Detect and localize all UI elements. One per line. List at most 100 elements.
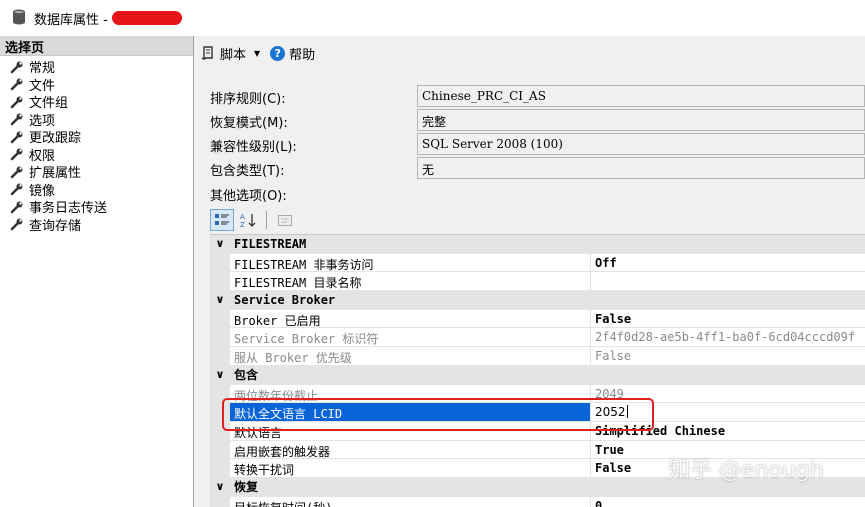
category-service-broker[interactable]: ∨ Service Broker [210,291,865,310]
property-row[interactable]: 默认语言 Simplified Chinese [210,421,865,441]
dialog-toolbar: 脚本 ▼ ? 帮助 [200,42,315,64]
compatibility-level-label: 兼容性级别(L): [210,140,297,155]
sidebar-item-change-tracking[interactable]: 更改跟踪 [0,128,193,146]
property-name: 目标恢复时间(秒) [230,496,591,507]
fulltext-lcid-input[interactable]: 2052 [591,403,865,422]
wrench-icon [10,183,23,196]
collation-field[interactable]: Chinese_PRC_CI_AS [417,85,865,107]
category-filestream[interactable]: ∨ FILESTREAM [210,235,865,254]
property-row[interactable]: Broker 已启用 False [210,309,865,329]
collapse-chevron-icon[interactable]: ∨ [210,478,230,497]
sidebar-item-extended-properties[interactable]: 扩展属性 [0,163,193,181]
sidebar-item-filegroups[interactable]: 文件组 [0,93,193,111]
sidebar-item-label: 文件 [29,78,56,94]
script-label: 脚本 [220,47,247,63]
categorized-icon [215,214,229,225]
property-value[interactable]: Off [591,254,865,273]
sidebar-item-label: 文件组 [29,96,69,112]
sidebar-item-label: 权限 [29,148,56,164]
property-row[interactable]: Service Broker 标识符 2f4f0d28-ae5b-4ff1-ba… [210,328,865,348]
property-row[interactable]: 目标恢复时间(秒) 0 [210,496,865,507]
property-name: FILESTREAM 非事务访问 [230,253,591,273]
page-selector-pane: 选择页 常规 文件 文件组 选项 更改跟踪 权限 扩展属性 镜像 事务日志传送 … [0,36,194,507]
wrench-icon [10,61,23,73]
property-pages-icon [278,215,292,226]
property-value: False [591,347,865,366]
property-value[interactable]: False [591,459,865,478]
property-name: 默认语言 [230,421,591,441]
category-label: 包含 [234,367,259,382]
sidebar-item-label: 选项 [29,113,56,129]
property-value: 2f4f0d28-ae5b-4ff1-ba0f-6cd04cccd09f [591,328,865,348]
wrench-icon [10,201,23,213]
wrench-icon [10,96,23,108]
script-dropdown-arrow-icon[interactable]: ▼ [254,49,260,58]
property-value[interactable] [591,272,865,292]
property-row-selected[interactable]: 默认全文语言 LCID 2052 [210,403,865,422]
category-label: Service Broker [234,293,336,308]
containment-type-label: 包含类型(T): [210,164,285,179]
property-pages-button[interactable] [273,209,297,231]
recovery-model-field[interactable]: 完整 [417,109,865,131]
sort-az-icon: AZ [240,213,256,228]
sidebar-item-log-shipping[interactable]: 事务日志传送 [0,198,193,216]
property-row[interactable]: 服从 Broker 优先级 False [210,347,865,366]
property-value[interactable]: False [591,310,865,329]
database-icon [13,9,25,25]
property-name: 启用嵌套的触发器 [230,440,591,460]
containment-type-field[interactable]: 无 [417,157,865,179]
alphabetical-view-button[interactable]: AZ [236,209,260,231]
sidebar-item-label: 镜像 [29,183,56,199]
script-button[interactable]: 脚本 [200,44,246,63]
wrench-icon [10,131,23,143]
collapse-chevron-icon[interactable]: ∨ [210,366,230,385]
property-value: 2052 [595,405,626,420]
sidebar-item-mirroring[interactable]: 镜像 [0,181,193,199]
sidebar-item-label: 查询存储 [29,218,82,234]
property-value: 2049 [591,385,865,404]
property-grid-toolbar: AZ [210,208,297,232]
property-name: 服从 Broker 优先级 [230,347,591,366]
sidebar-item-options[interactable]: 选项 [0,111,193,129]
property-name: FILESTREAM 目录名称 [230,272,591,292]
property-row[interactable]: FILESTREAM 非事务访问 Off [210,253,865,273]
sidebar-item-permissions[interactable]: 权限 [0,146,193,164]
collapse-chevron-icon[interactable]: ∨ [210,235,230,254]
title-bar: 数据库属性 - [0,0,865,36]
sidebar-item-label: 扩展属性 [29,166,82,182]
sidebar-item-general[interactable]: 常规 [0,58,193,76]
property-value[interactable]: True [591,441,865,460]
property-name: 默认全文语言 LCID [230,403,591,422]
text-caret [626,405,628,419]
property-value[interactable]: Simplified Chinese [591,422,865,441]
category-containment[interactable]: ∨ 包含 [210,365,865,385]
property-row[interactable]: FILESTREAM 目录名称 [210,272,865,292]
category-label: FILESTREAM [234,237,307,251]
help-icon: ? [270,45,286,61]
page-list: 常规 文件 文件组 选项 更改跟踪 权限 扩展属性 镜像 事务日志传送 查询存储 [0,56,193,234]
property-row[interactable]: 转换干扰词 False [210,459,865,478]
help-label: 帮助 [289,47,316,63]
property-name: 两位数年份截止 [230,384,591,404]
compatibility-level-field[interactable]: SQL Server 2008 (100) [417,133,865,155]
property-value[interactable]: 0 [591,497,865,507]
property-row[interactable]: 启用嵌套的触发器 True [210,440,865,460]
sidebar-item-label: 常规 [29,61,56,77]
script-icon [201,46,213,60]
svg-text:A: A [240,213,245,221]
categorized-view-button[interactable] [210,209,234,231]
collation-label: 排序规则(C): [210,92,286,107]
category-recovery[interactable]: ∨ 恢复 [210,477,865,497]
sidebar-item-query-store[interactable]: 查询存储 [0,216,193,234]
wrench-icon [10,148,23,161]
recovery-model-label: 恢复模式(M): [210,116,288,131]
help-button[interactable]: ? 帮助 [270,44,315,63]
property-row[interactable]: 两位数年份截止 2049 [210,384,865,404]
toolbar-separator [266,211,267,229]
sidebar-item-files[interactable]: 文件 [0,76,193,94]
sidebar-item-label: 事务日志传送 [29,201,108,217]
sidebar-item-label: 更改跟踪 [29,131,82,147]
wrench-icon [10,113,23,126]
collapse-chevron-icon[interactable]: ∨ [210,291,230,310]
page-selector-header: 选择页 [0,36,193,56]
